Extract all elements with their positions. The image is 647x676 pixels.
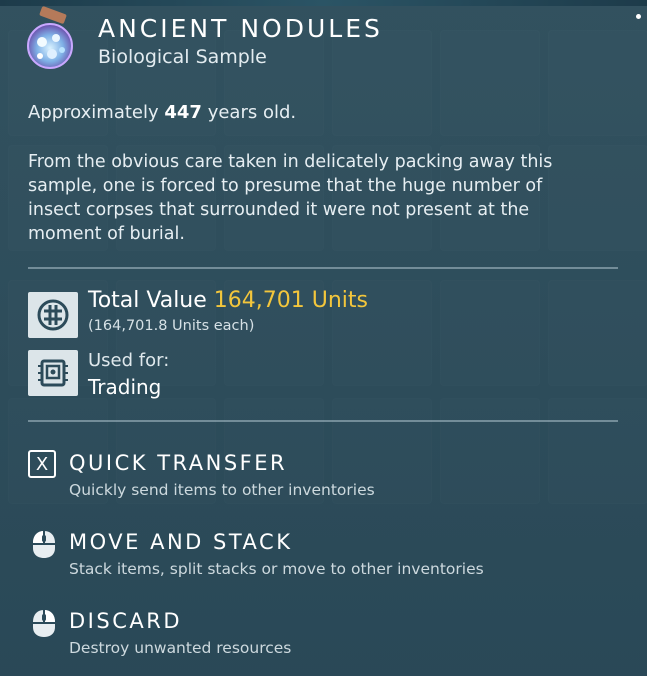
used-for-label: Used for: xyxy=(88,350,170,371)
quick-transfer-action[interactable]: QUICK TRANSFER xyxy=(69,451,287,475)
discard-action[interactable]: DISCARD xyxy=(69,609,182,633)
total-value-amount: 164,701 Units xyxy=(213,288,369,313)
move-and-stack-action[interactable]: MOVE AND STACK xyxy=(69,530,292,554)
item-description: From the obvious care taken in delicatel… xyxy=(28,152,553,244)
mouse-left-click-icon[interactable] xyxy=(28,528,60,560)
age-value: 447 xyxy=(164,102,202,123)
divider xyxy=(28,267,618,269)
item-tooltip-panel: ANCIENT NODULES Biological Sample Approx… xyxy=(0,0,647,676)
age-prefix: Approximately xyxy=(28,102,159,123)
jar-of-nodules-icon xyxy=(18,6,82,72)
total-value: Total Value 164,701 Units xyxy=(88,288,368,313)
mouse-right-click-icon[interactable] xyxy=(28,607,60,639)
quick-transfer-description: Quickly send items to other inventories xyxy=(69,481,375,499)
item-age: Approximately 447 years old. xyxy=(28,102,296,123)
tooltip-top-bar xyxy=(0,0,647,6)
units-currency-icon xyxy=(28,292,78,338)
key-label: X xyxy=(35,453,49,475)
used-for-value: Trading xyxy=(88,375,162,399)
total-value-label: Total Value xyxy=(88,288,207,313)
move-and-stack-description: Stack items, split stacks or move to oth… xyxy=(69,560,484,578)
indicator-dot xyxy=(636,14,641,19)
discard-description: Destroy unwanted resources xyxy=(69,639,292,657)
trade-terminal-icon xyxy=(28,350,78,396)
unit-value-each: (164,701.8 Units each) xyxy=(88,318,255,334)
item-name: ANCIENT NODULES xyxy=(98,14,383,43)
age-suffix: years old. xyxy=(207,102,297,123)
divider xyxy=(28,420,618,422)
item-category: Biological Sample xyxy=(98,46,267,68)
keyboard-x-key-icon[interactable]: X xyxy=(28,450,56,478)
